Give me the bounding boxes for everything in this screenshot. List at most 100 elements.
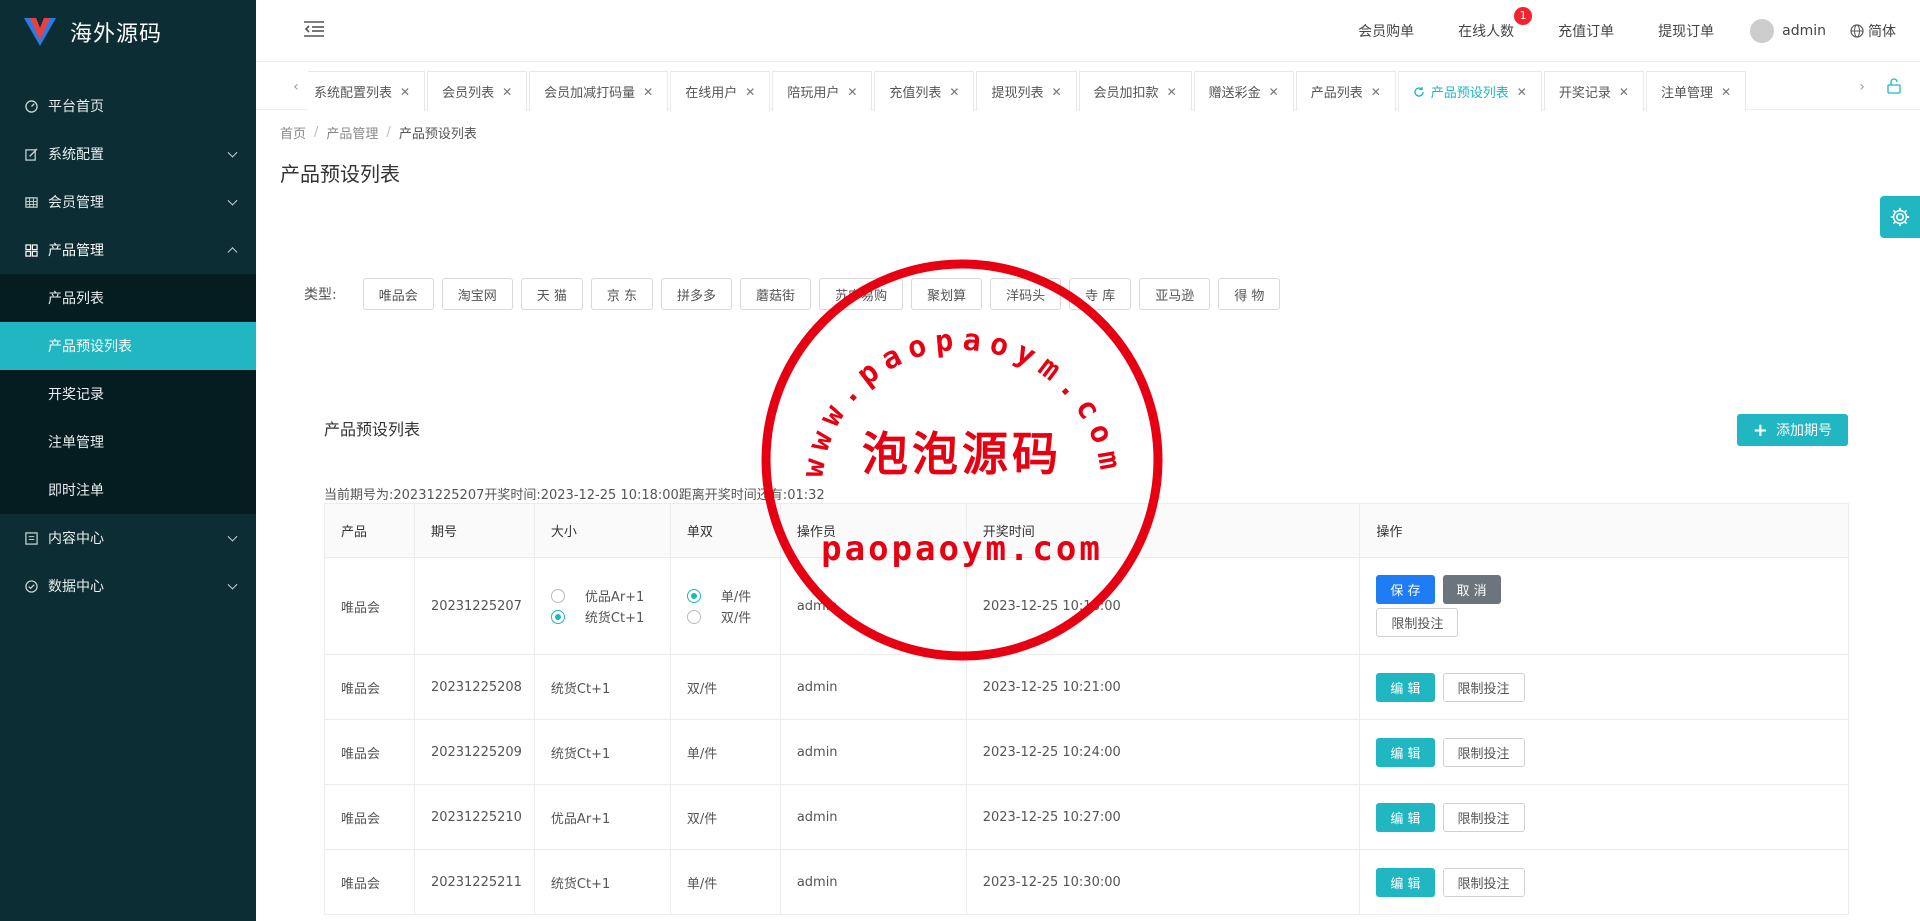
close-icon[interactable]: ✕ (1051, 85, 1061, 99)
tab-label: 在线用户 (685, 86, 738, 101)
tab-member-balance-adjust[interactable]: 会员加扣款 ✕ (1078, 71, 1192, 111)
close-icon[interactable]: ✕ (1167, 85, 1177, 99)
close-icon[interactable]: ✕ (1269, 85, 1279, 99)
tab-online-users[interactable]: 在线用户 ✕ (670, 71, 771, 111)
tab-member-list[interactable]: 会员列表 ✕ (427, 71, 528, 111)
globe-icon (1850, 24, 1864, 38)
language-switch[interactable]: 简体 (1850, 21, 1896, 41)
sidebar-item-system-config[interactable]: 系统配置 (0, 130, 256, 178)
breadcrumb-separator: / (314, 124, 319, 140)
sidebar-item-draw-records[interactable]: 开奖记录 (0, 370, 256, 418)
tab-member-betting-volume[interactable]: 会员加减打码量 ✕ (529, 71, 669, 111)
unlock-icon[interactable] (1886, 78, 1902, 94)
close-icon[interactable]: ✕ (1371, 85, 1381, 99)
language-label: 简体 (1868, 24, 1896, 40)
tab-companion-users[interactable]: 陪玩用户 ✕ (772, 71, 873, 111)
parity-option[interactable]: 单/件 (686, 585, 780, 606)
sidebar-item-products[interactable]: 产品管理 (0, 226, 256, 274)
recharge-orders-link[interactable]: 充值订单 (1558, 21, 1614, 41)
logo[interactable]: 海外源码 (0, 0, 256, 64)
col-period: 期号 (413, 503, 535, 558)
sidebar-item-content-center[interactable]: 内容中心 (0, 514, 256, 562)
tab-label: 充值列表 (889, 86, 942, 101)
type-option-yangmatou[interactable]: 洋码头 (990, 278, 1062, 310)
breadcrumb-home[interactable]: 首页 (280, 123, 306, 142)
type-option-dewu[interactable]: 得 物 (1218, 278, 1281, 310)
type-option-amazon[interactable]: 亚马逊 (1139, 278, 1211, 310)
type-option-pinduoduo[interactable]: 拼多多 (661, 278, 733, 310)
close-icon[interactable]: ✕ (400, 85, 410, 99)
tab-label: 会员加扣款 (1093, 86, 1159, 101)
save-button[interactable]: 保 存 (1376, 575, 1435, 604)
tab-withdraw-list[interactable]: 提现列表 ✕ (976, 71, 1077, 111)
tabs-scroll-left-icon[interactable]: ‹ (288, 76, 304, 98)
tab-system-config-list[interactable]: 系统配置列表 ✕ (308, 71, 426, 111)
top-header: 会员购单 在线人数 1 充值订单 提现订单 admin 简体 (256, 0, 1920, 62)
col-parity: 单双 (669, 503, 781, 558)
menu-fold-icon[interactable] (304, 20, 324, 38)
sidebar-item-data-center[interactable]: 数据中心 (0, 562, 256, 610)
close-icon[interactable]: ✕ (502, 85, 512, 99)
sidebar-item-members[interactable]: 会员管理 (0, 178, 256, 226)
type-option-jd[interactable]: 京 东 (590, 278, 654, 310)
table-row: 唯品会 20231225208 统货Ct+1 双/件 admin 2023-12… (324, 654, 1849, 720)
radio-button[interactable] (686, 588, 701, 603)
radio-button[interactable] (550, 588, 565, 603)
type-option-tmall[interactable]: 天 猫 (520, 278, 583, 310)
edit-button[interactable]: 编 辑 (1376, 802, 1435, 832)
size-option[interactable]: 优品Ar+1 (550, 585, 670, 606)
close-icon[interactable]: ✕ (1721, 85, 1731, 99)
type-option-vip[interactable]: 唯品会 (362, 278, 434, 310)
member-orders-link[interactable]: 会员购单 (1358, 21, 1414, 41)
sidebar-item-label: 内容中心 (48, 531, 104, 547)
type-option-secoo[interactable]: 寺 库 (1069, 278, 1132, 310)
type-option-taobao[interactable]: 淘宝网 (441, 278, 513, 310)
limit-bet-button[interactable]: 限制投注 (1442, 737, 1525, 767)
cancel-button[interactable]: 取 消 (1442, 575, 1501, 604)
close-icon[interactable]: ✕ (1517, 85, 1527, 99)
close-icon[interactable]: ✕ (745, 85, 755, 99)
edit-button[interactable]: 编 辑 (1376, 867, 1435, 897)
close-icon[interactable]: ✕ (1619, 85, 1629, 99)
edit-button[interactable]: 编 辑 (1376, 672, 1435, 702)
refresh-icon[interactable] (1413, 86, 1425, 98)
limit-bet-button[interactable]: 限制投注 (1442, 802, 1525, 832)
sidebar-item-live-bets[interactable]: 即时注单 (0, 466, 256, 514)
sidebar-item-bet-management[interactable]: 注单管理 (0, 418, 256, 466)
tab-label: 开奖记录 (1558, 86, 1611, 101)
sidebar-item-product-list[interactable]: 产品列表 (0, 274, 256, 322)
type-option-mogujie[interactable]: 蘑菇街 (740, 278, 812, 310)
breadcrumb-separator: / (386, 124, 391, 140)
close-icon[interactable]: ✕ (949, 85, 959, 99)
avatar[interactable] (1750, 19, 1775, 43)
size-option[interactable]: 统货Ct+1 (550, 606, 670, 627)
online-users-link[interactable]: 在线人数 1 (1458, 7, 1533, 41)
col-product: 产品 (324, 503, 415, 558)
parity-option[interactable]: 双/件 (686, 606, 780, 627)
tabs-scroll-right-icon[interactable]: › (1854, 76, 1870, 98)
close-icon[interactable]: ✕ (847, 85, 857, 99)
tab-draw-records[interactable]: 开奖记录 ✕ (1543, 71, 1644, 111)
tab-recharge-list[interactable]: 充值列表 ✕ (874, 71, 975, 111)
limit-bet-button[interactable]: 限制投注 (1442, 672, 1525, 702)
tab-product-preset-list[interactable]: 产品预设列表 ✕ (1397, 71, 1542, 111)
type-option-juhuasuan[interactable]: 聚划算 (911, 278, 983, 310)
limit-bet-button[interactable]: 限制投注 (1376, 608, 1459, 637)
chevron-down-icon (227, 195, 238, 206)
tab-product-list[interactable]: 产品列表 ✕ (1295, 71, 1396, 111)
sidebar-item-dashboard[interactable]: 平台首页 (0, 82, 256, 130)
radio-button[interactable] (686, 609, 701, 624)
close-icon[interactable]: ✕ (643, 85, 653, 99)
user-name[interactable]: admin (1782, 23, 1826, 39)
tab-bet-management[interactable]: 注单管理 ✕ (1645, 71, 1747, 111)
settings-gear-button[interactable] (1880, 196, 1920, 238)
type-option-suning[interactable]: 苏宁易购 (819, 278, 904, 310)
withdraw-orders-link[interactable]: 提现订单 (1658, 21, 1714, 41)
breadcrumb-products[interactable]: 产品管理 (326, 123, 378, 142)
radio-button[interactable] (550, 609, 565, 624)
sidebar-item-product-preset-list[interactable]: 产品预设列表 (0, 322, 256, 370)
add-period-button[interactable]: + 添加期号 (1736, 414, 1848, 446)
edit-button[interactable]: 编 辑 (1376, 737, 1435, 767)
tab-bonus-gift[interactable]: 赠送彩金 ✕ (1193, 71, 1294, 111)
limit-bet-button[interactable]: 限制投注 (1442, 867, 1525, 897)
